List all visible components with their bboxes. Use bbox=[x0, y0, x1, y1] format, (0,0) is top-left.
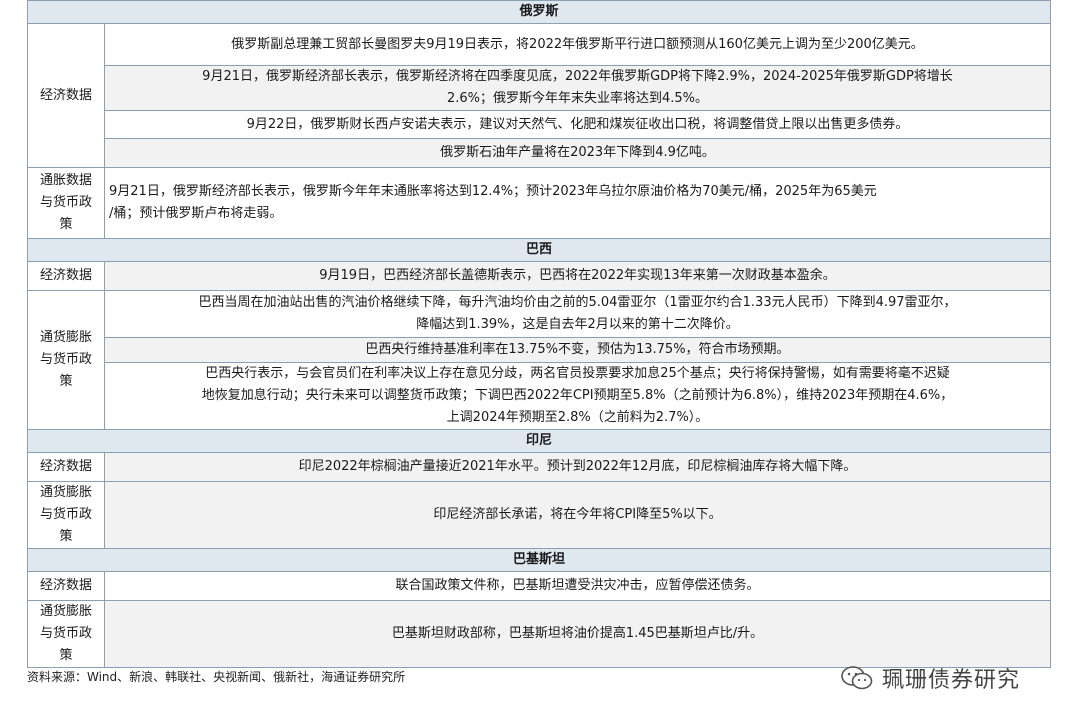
table-row: 通胀数据 与货币政 策 9月21日，俄罗斯经济部长表示，俄罗斯今年年末通胀率将达… bbox=[27, 167, 1051, 239]
category-cell: 通货膨胀 与货币政 策 bbox=[27, 481, 105, 549]
news-text: 巴西央行表示，与会官员们在利率决议上存在意见分歧，两名官员投票要求加息25个基点… bbox=[205, 366, 950, 381]
category-cell: 经济数据 bbox=[27, 571, 105, 601]
category-text: 策 bbox=[59, 217, 73, 232]
category-text: 与货币政 bbox=[39, 352, 92, 367]
table-row: 9月21日，俄罗斯经济部长表示，俄罗斯经济将在四季度见底，2022年俄罗斯GDP… bbox=[28, 65, 1051, 111]
country-header-row: 巴基斯坦 bbox=[27, 548, 1051, 572]
news-cell: 巴西当周在加油站出售的汽油价格继续下降，每升汽油均价由之前的5.04雷亚尔（1雷… bbox=[104, 290, 1051, 338]
table-row: 通货膨胀 与货币政 策 巴西当周在加油站出售的汽油价格继续下降，每升汽油均价由之… bbox=[27, 290, 1051, 430]
source-footnote: 资料来源：Wind、新浪、韩联社、央视新闻、俄新社，海通证券研究所 bbox=[27, 670, 406, 684]
category-cell: 经济数据 bbox=[27, 23, 105, 168]
news-text: 上调2024年预期至2.8%（之前料为2.7%）。 bbox=[446, 410, 709, 425]
category-text: 与货币政 bbox=[39, 626, 92, 641]
table-row: 经济数据 俄罗斯副总理兼工贸部长曼图罗夫9月19日表示，将2022年俄罗斯平行进… bbox=[27, 23, 1051, 168]
table-row: 通货膨胀 与货币政 策 印尼经济部长承诺，将在今年将CPI降至5%以下。 bbox=[27, 481, 1051, 549]
category-cell: 通货膨胀 与货币政 策 bbox=[27, 600, 105, 668]
country-header-row: 印尼 bbox=[27, 429, 1051, 453]
category-text: 与货币政 bbox=[39, 507, 92, 522]
news-cell: 9月21日，俄罗斯经济部长表示，俄罗斯经济将在四季度见底，2022年俄罗斯GDP… bbox=[104, 65, 1051, 111]
category-text: 与货币政 bbox=[39, 195, 92, 210]
country-header-row: 巴西 bbox=[27, 238, 1051, 262]
watermark: 珮珊债券研究 bbox=[840, 662, 1020, 694]
news-cell: 巴西央行维持基准利率在13.75%不变，预估为13.75%，符合市场预期。 bbox=[104, 337, 1051, 363]
table-row: 俄罗斯石油年产量将在2023年下降到4.9亿吨。 bbox=[28, 138, 1051, 168]
table-row: 通货膨胀 与货币政 策 巴基斯坦财政部称，巴基斯坦将油价提高1.45巴基斯坦卢比… bbox=[27, 600, 1051, 668]
table-row: 经济数据 9月19日，巴西经济部长盖德斯表示，巴西将在2022年实现13年来第一… bbox=[27, 261, 1051, 291]
category-cell: 经济数据 bbox=[27, 261, 105, 291]
table-row: 巴西央行表示，与会官员们在利率决议上存在意见分歧，两名官员投票要求加息25个基点… bbox=[28, 362, 1051, 430]
category-text: 通货膨胀 bbox=[39, 485, 92, 500]
table-row: 巴西央行维持基准利率在13.75%不变，预估为13.75%，符合市场预期。 bbox=[28, 337, 1051, 363]
news-text: 俄罗斯石油年产量将在2023年下降到4.9亿吨。 bbox=[440, 145, 715, 160]
news-text: 9月21日，俄罗斯经济部长表示，俄罗斯今年年末通胀率将达到12.4%；预计202… bbox=[109, 184, 877, 199]
news-cell: 巴基斯坦财政部称，巴基斯坦将油价提高1.45巴基斯坦卢比/升。 bbox=[104, 600, 1051, 668]
category-cell: 经济数据 bbox=[27, 452, 105, 482]
wechat-icon bbox=[841, 666, 873, 690]
table-row: 经济数据 印尼2022年棕榈油产量接近2021年水平。预计到2022年12月底，… bbox=[27, 452, 1051, 482]
news-text: 俄罗斯副总理兼工贸部长曼图罗夫9月19日表示，将2022年俄罗斯平行进口额预测从… bbox=[231, 36, 924, 52]
news-cell: 印尼经济部长承诺，将在今年将CPI降至5%以下。 bbox=[104, 481, 1051, 549]
category-text: 通货膨胀 bbox=[39, 604, 92, 619]
news-text: 9月22日，俄罗斯财长西卢安诺夫表示，建议对天然气、化肥和煤炭征收出口税，将调整… bbox=[246, 116, 909, 132]
category-cell: 通胀数据 与货币政 策 bbox=[27, 167, 105, 239]
category-text: 策 bbox=[59, 529, 73, 544]
news-cell: 巴西央行表示，与会官员们在利率决议上存在意见分歧，两名官员投票要求加息25个基点… bbox=[104, 362, 1051, 430]
news-text: 巴西当周在加油站出售的汽油价格继续下降，每升汽油均价由之前的5.04雷亚尔（1雷… bbox=[198, 295, 957, 310]
news-cell: 9月19日，巴西经济部长盖德斯表示，巴西将在2022年实现13年来第一次财政基本… bbox=[104, 261, 1051, 291]
news-table: 俄罗斯 经济数据 俄罗斯副总理兼工贸部长曼图罗夫9月19日表示，将2022年俄罗… bbox=[27, 0, 1051, 668]
news-text: 巴西央行维持基准利率在13.75%不变，预估为13.75%，符合市场预期。 bbox=[365, 342, 790, 357]
category-text: 通货膨胀 bbox=[39, 330, 92, 345]
category-text: 策 bbox=[59, 374, 73, 389]
country-header: 印尼 bbox=[27, 429, 1051, 453]
category-text: 通胀数据 bbox=[39, 173, 92, 188]
news-text: 印尼经济部长承诺，将在今年将CPI降至5%以下。 bbox=[433, 507, 722, 522]
news-text: 地恢复加息行动；央行未来可以调整货币政策；下调巴西2022年CPI预期至5.8%… bbox=[201, 388, 954, 403]
country-header: 俄罗斯 bbox=[27, 0, 1051, 24]
news-cell: 俄罗斯石油年产量将在2023年下降到4.9亿吨。 bbox=[104, 138, 1051, 168]
news-cell: 俄罗斯副总理兼工贸部长曼图罗夫9月19日表示，将2022年俄罗斯平行进口额预测从… bbox=[104, 23, 1051, 66]
country-header: 巴基斯坦 bbox=[27, 548, 1051, 572]
category-text: 策 bbox=[59, 648, 73, 663]
table-row: 9月22日，俄罗斯财长西卢安诺夫表示，建议对天然气、化肥和煤炭征收出口税，将调整… bbox=[28, 110, 1051, 139]
category-cell: 通货膨胀 与货币政 策 bbox=[27, 290, 105, 430]
news-text: 印尼2022年棕榈油产量接近2021年水平。预计到2022年12月底，印尼棕榈油… bbox=[298, 459, 857, 474]
country-header-row: 俄罗斯 bbox=[27, 0, 1051, 24]
news-text: 联合国政策文件称，巴基斯坦遭受洪灾冲击，应暂停偿还债务。 bbox=[395, 578, 760, 593]
news-cell: 联合国政策文件称，巴基斯坦遭受洪灾冲击，应暂停偿还债务。 bbox=[104, 571, 1051, 601]
news-cell: 印尼2022年棕榈油产量接近2021年水平。预计到2022年12月底，印尼棕榈油… bbox=[104, 452, 1051, 482]
news-text: 9月19日，巴西经济部长盖德斯表示，巴西将在2022年实现13年来第一次财政基本… bbox=[319, 268, 836, 283]
news-cell: 9月21日，俄罗斯经济部长表示，俄罗斯今年年末通胀率将达到12.4%；预计202… bbox=[104, 167, 1051, 239]
news-text: 巴基斯坦财政部称，巴基斯坦将油价提高1.45巴基斯坦卢比/升。 bbox=[391, 626, 764, 641]
table-row: 经济数据 联合国政策文件称，巴基斯坦遭受洪灾冲击，应暂停偿还债务。 bbox=[27, 571, 1051, 601]
news-cell: 9月22日，俄罗斯财长西卢安诺夫表示，建议对天然气、化肥和煤炭征收出口税，将调整… bbox=[104, 110, 1051, 139]
news-text: 降幅达到1.39%，这是自去年2月以来的第十二次降价。 bbox=[416, 317, 739, 332]
watermark-text: 珮珊债券研究 bbox=[882, 668, 1021, 693]
news-text: 9月21日，俄罗斯经济部长表示，俄罗斯经济将在四季度见底，2022年俄罗斯GDP… bbox=[202, 69, 953, 84]
news-text: 2.6%；俄罗斯今年年末失业率将达到4.5%。 bbox=[446, 91, 709, 106]
news-text: /桶；预计俄罗斯卢布将走弱。 bbox=[109, 206, 283, 221]
country-header: 巴西 bbox=[27, 238, 1051, 262]
